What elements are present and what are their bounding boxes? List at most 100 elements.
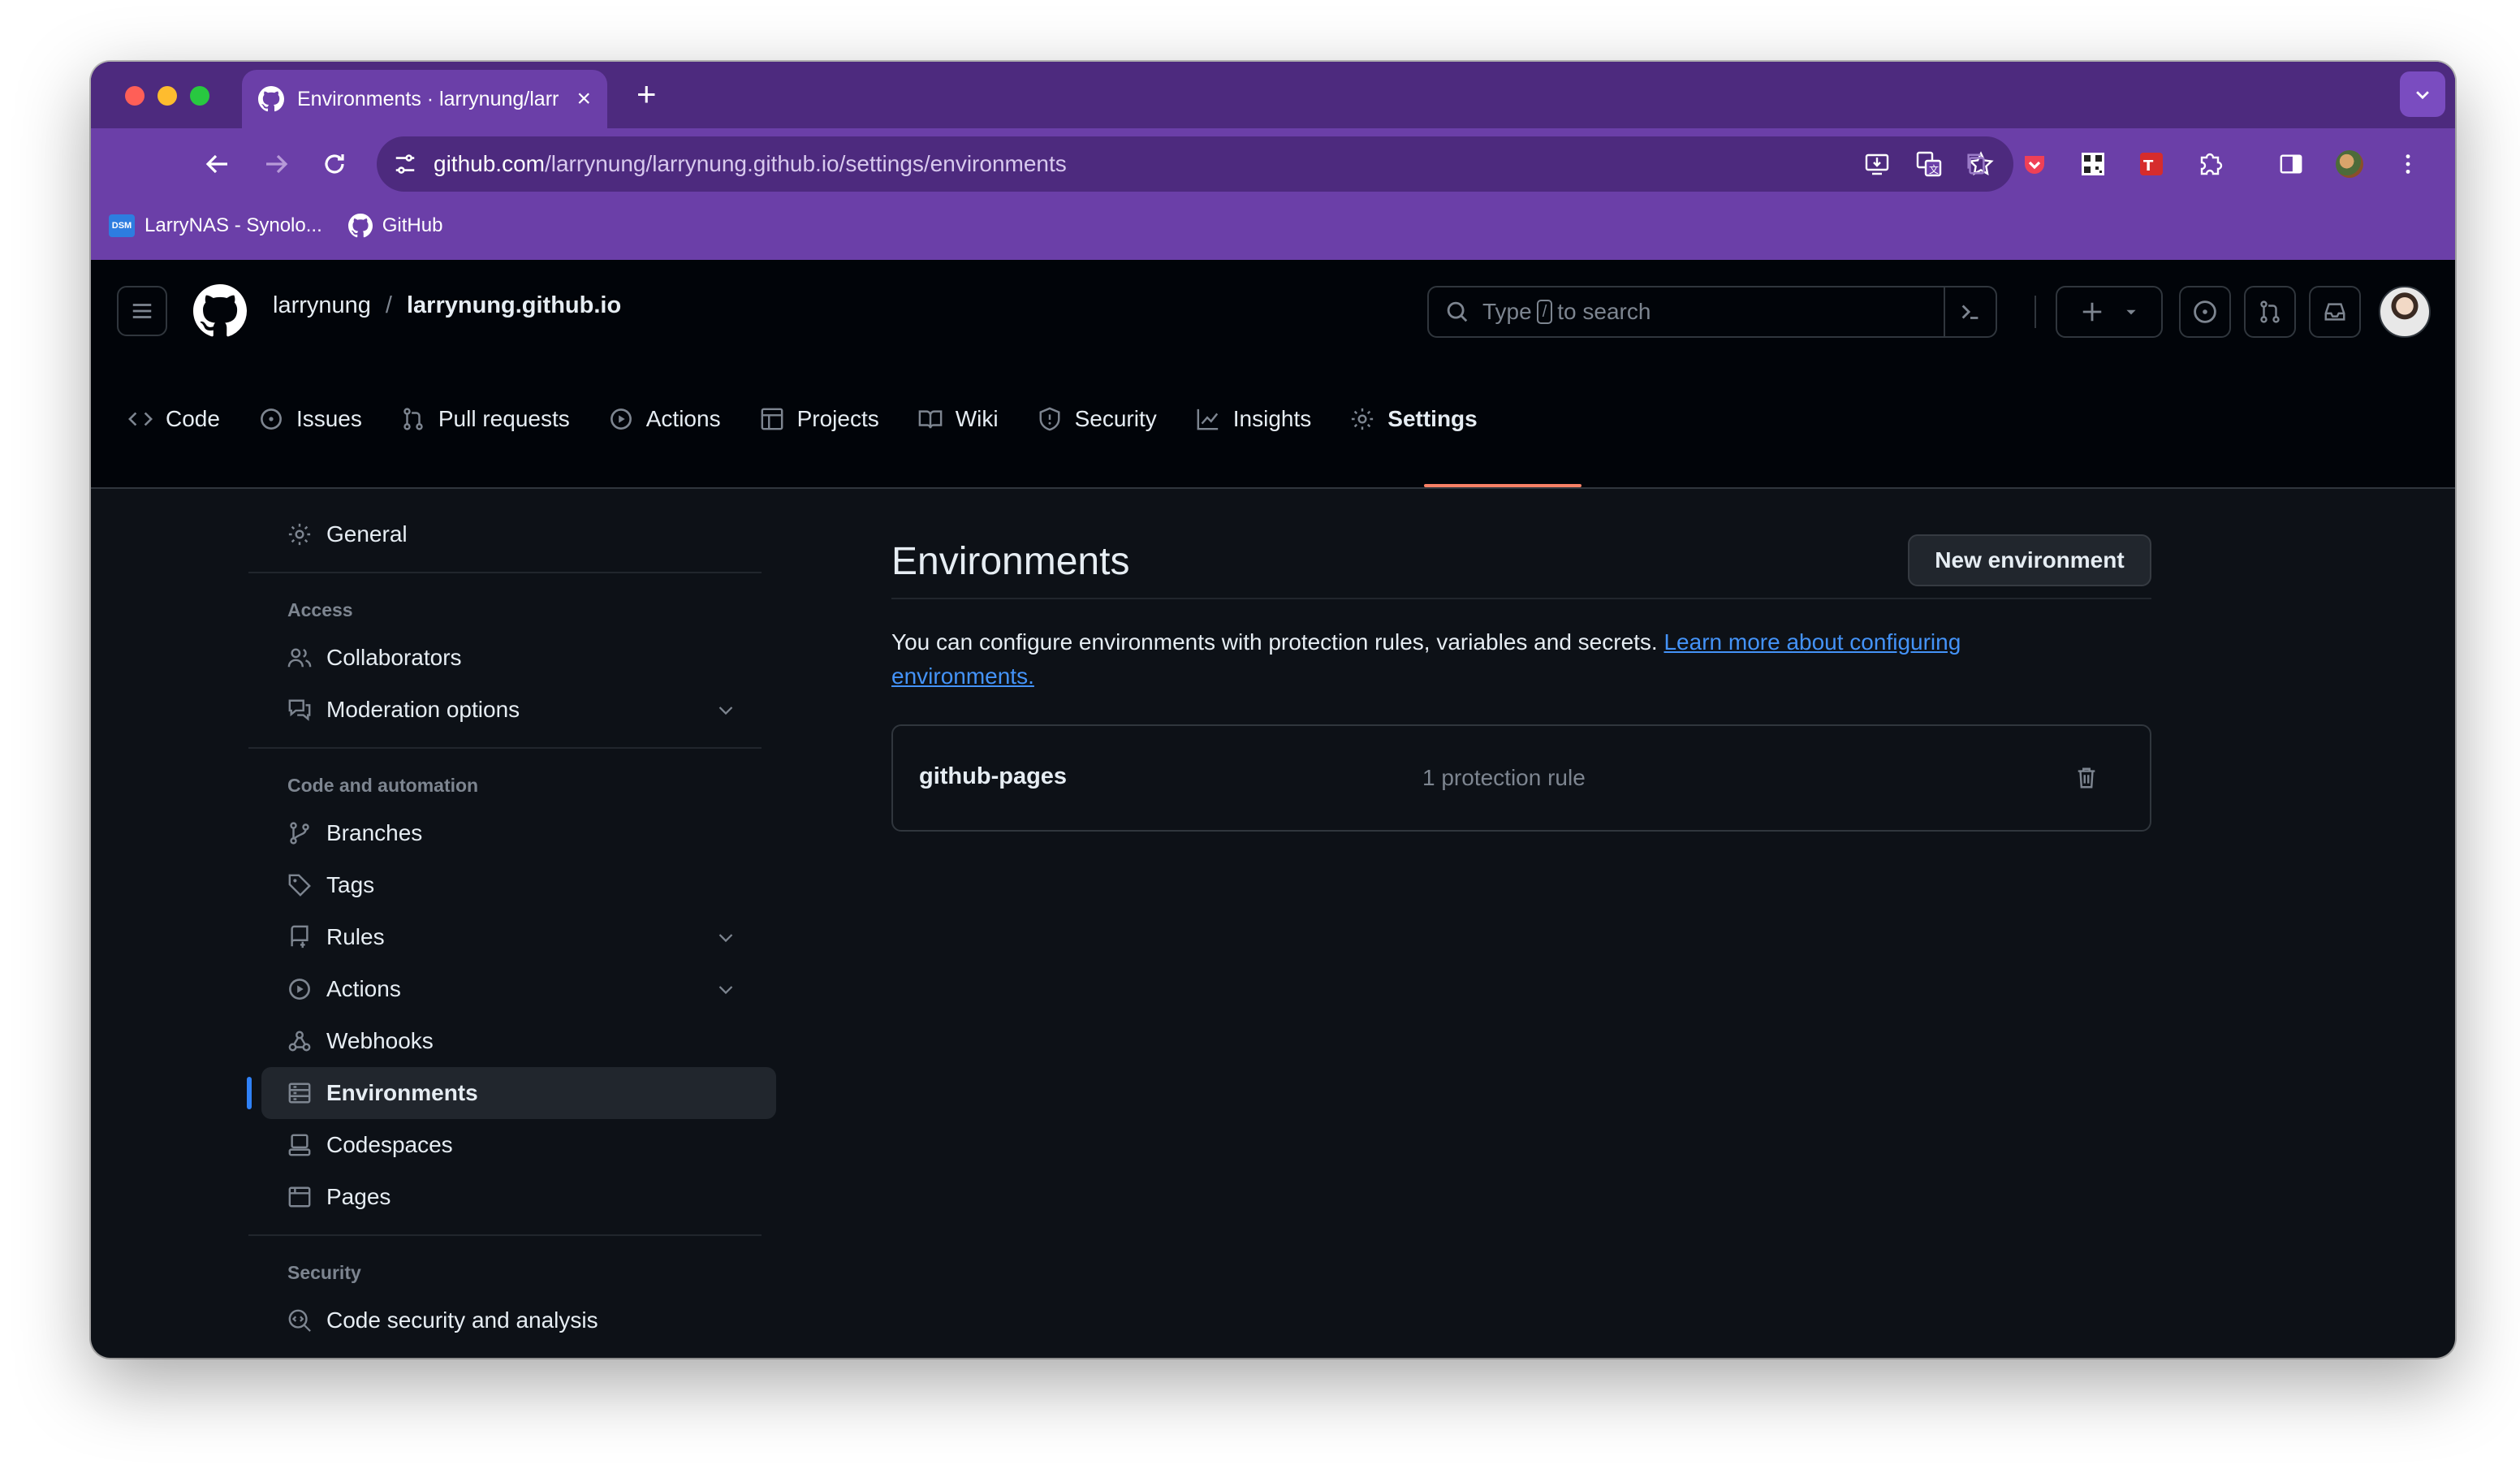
close-window-button[interactable] — [125, 86, 145, 106]
browser-chrome: Environments · larrynung/larr × + github… — [91, 62, 2455, 260]
terminal-icon — [1961, 305, 1978, 319]
reload-icon — [325, 154, 344, 174]
pull-requests-button[interactable] — [2244, 286, 2296, 338]
people-icon — [287, 648, 312, 668]
sidebar-item-general[interactable]: General — [261, 508, 776, 560]
new-environment-button[interactable]: New environment — [1908, 534, 2151, 586]
search-prefix: Type — [1482, 299, 1532, 324]
sidebar-item-label: Codespaces — [326, 1132, 453, 1157]
tab-label: Pull requests — [438, 406, 570, 431]
sidebar-divider — [248, 572, 762, 573]
back-button[interactable] — [200, 146, 235, 182]
command-palette-button[interactable] — [1944, 287, 1996, 336]
browser-tab-active[interactable]: Environments · larrynung/larr × — [242, 70, 607, 128]
url-text: github.com/larrynung/larrynung.github.io… — [434, 151, 1841, 177]
search-input[interactable]: Type / to search — [1427, 286, 1997, 338]
sidebar-item-pages[interactable]: Pages — [261, 1171, 776, 1223]
side-panel-icon[interactable] — [2273, 146, 2309, 182]
bookmark-larrynas[interactable]: DSM LarryNAS - Synolo... — [109, 214, 322, 237]
tab-settings[interactable]: Settings — [1350, 393, 1478, 445]
tab-insights[interactable]: Insights — [1196, 393, 1311, 445]
user-avatar[interactable] — [2379, 286, 2431, 338]
breadcrumb-separator: / — [385, 292, 392, 318]
sidebar-item-actions[interactable]: Actions — [261, 963, 776, 1015]
svg-text:T: T — [2143, 158, 2154, 175]
tab-label: Settings — [1387, 406, 1478, 431]
bookmarks-bar: DSM LarryNAS - Synolo... GitHub — [91, 200, 2455, 252]
environment-name[interactable]: github-pages — [919, 763, 1067, 790]
description-text: You can configure environments with prot… — [891, 629, 1658, 655]
sidebar-heading-access: Access — [287, 599, 353, 620]
tab-pull-requests[interactable]: Pull requests — [401, 393, 570, 445]
sidebar-item-environments[interactable]: Environments — [247, 1067, 776, 1119]
sidebar-item-tags[interactable]: Tags — [261, 859, 776, 911]
owner-link[interactable]: larrynung — [273, 292, 371, 319]
server-icon — [288, 1083, 311, 1104]
sidebar-item-label: Collaborators — [326, 645, 462, 670]
tab-issues[interactable]: Issues — [259, 393, 362, 445]
book-icon — [918, 410, 943, 429]
pocket-extension-icon[interactable] — [2017, 146, 2052, 182]
page-description: You can configure environments with prot… — [891, 625, 2044, 694]
maximize-window-button[interactable] — [190, 86, 209, 106]
sidebar-heading-security: Security — [287, 1261, 361, 1283]
inbox-button[interactable] — [2309, 286, 2361, 338]
pull-request-icon — [403, 408, 423, 430]
forward-button[interactable] — [258, 146, 294, 182]
pull-request-icon — [2260, 300, 2280, 323]
chevron-down-icon — [2416, 91, 2429, 100]
environment-row[interactable]: github-pages 1 protection rule — [891, 724, 2151, 832]
triangle-down-icon — [2126, 309, 2136, 315]
url-host: github.com — [434, 151, 545, 176]
search-suffix: to search — [1557, 299, 1651, 324]
tab-actions[interactable]: Actions — [609, 393, 721, 445]
typora-extension-icon[interactable]: T — [2134, 146, 2169, 182]
close-tab-icon[interactable]: × — [576, 85, 591, 113]
comment-discussion-icon — [288, 699, 311, 721]
browser-icon — [288, 1186, 311, 1208]
sidebar-item-collaborators[interactable]: Collaborators — [261, 632, 776, 684]
tab-label: Code — [166, 406, 220, 431]
github-logo-icon[interactable] — [193, 284, 247, 338]
gear-icon — [288, 523, 311, 546]
address-bar[interactable]: github.com/larrynung/larrynung.github.io… — [377, 136, 2013, 192]
sidebar-item-webhooks[interactable]: Webhooks — [261, 1015, 776, 1067]
codespaces-icon — [288, 1134, 311, 1156]
profile-avatar-icon[interactable] — [2332, 146, 2367, 182]
play-icon — [610, 408, 632, 430]
bookmark-label: GitHub — [382, 214, 443, 236]
install-app-icon[interactable] — [1861, 148, 1893, 180]
tab-wiki[interactable]: Wiki — [918, 393, 999, 445]
minimize-window-button[interactable] — [158, 86, 177, 106]
sidebar-item-label: Tags — [326, 872, 375, 897]
tab-projects[interactable]: Projects — [760, 393, 879, 445]
gear-icon — [1352, 408, 1374, 430]
sidebar-item-branches[interactable]: Branches — [261, 807, 776, 859]
browser-menu-icon[interactable] — [2390, 146, 2426, 182]
copy-extension-icon[interactable] — [1958, 146, 1994, 182]
new-tab-button[interactable]: + — [636, 75, 657, 114]
tab-code[interactable]: Code — [128, 393, 220, 445]
menu-button[interactable] — [117, 286, 167, 336]
sidebar-item-moderation-options[interactable]: Moderation options — [261, 684, 776, 736]
reload-button[interactable] — [317, 146, 352, 182]
issues-button[interactable] — [2179, 286, 2231, 338]
tab-search-button[interactable] — [2400, 71, 2445, 117]
sidebar-item-codespaces[interactable]: Codespaces — [261, 1119, 776, 1171]
dsm-icon: DSM — [109, 214, 135, 237]
tag-icon — [288, 874, 311, 897]
qr-code-extension-icon[interactable] — [2075, 146, 2111, 182]
translate-icon[interactable]: 文 — [1913, 148, 1945, 180]
sidebar-item-label: Branches — [326, 820, 423, 845]
delete-environment-button[interactable] — [2070, 762, 2103, 794]
repo-link[interactable]: larrynung.github.io — [407, 292, 621, 319]
site-settings-icon — [395, 154, 415, 174]
repo-push-icon — [291, 925, 309, 949]
bookmark-github[interactable]: GitHub — [347, 214, 443, 238]
sidebar-item-rules[interactable]: Rules — [261, 911, 776, 963]
sidebar-divider — [248, 747, 762, 749]
extensions-puzzle-icon[interactable] — [2192, 146, 2228, 182]
create-new-button[interactable] — [2056, 286, 2163, 338]
tab-security[interactable]: Security — [1038, 393, 1157, 445]
sidebar-item-code-security[interactable]: Code security and analysis — [261, 1294, 776, 1346]
